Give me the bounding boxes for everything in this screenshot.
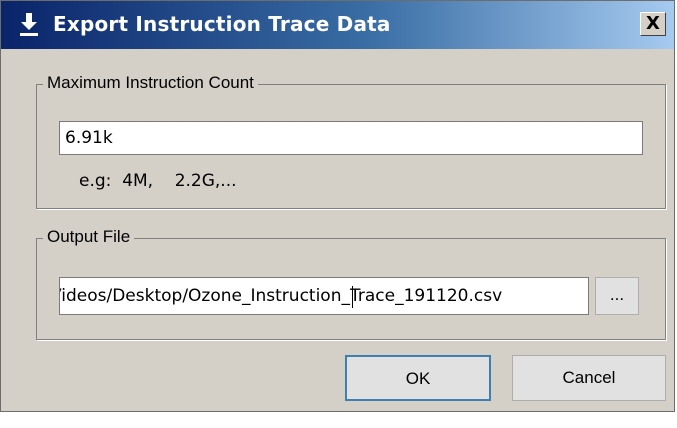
title-bar[interactable]: Export Instruction Trace Data X — [1, 1, 674, 49]
text-caret — [352, 286, 353, 308]
dialog-title: Export Instruction Trace Data — [53, 12, 391, 36]
output-file-group: Output File Videos/Desktop/Ozone_Instruc… — [36, 227, 666, 340]
export-dialog: Export Instruction Trace Data X Maximum … — [0, 0, 675, 412]
download-icon — [18, 12, 40, 38]
max-count-group: Maximum Instruction Count 6.91k e.g: 4M,… — [36, 73, 666, 209]
browse-button[interactable]: ... — [595, 277, 639, 315]
output-file-path-text: Videos/Desktop/Ozone_Instruction_Trace_1… — [59, 286, 503, 306]
cancel-button[interactable]: Cancel — [512, 355, 666, 401]
max-count-input[interactable]: 6.91k — [59, 121, 643, 155]
max-count-hint: e.g: 4M, 2.2G,... — [79, 171, 237, 191]
close-button[interactable]: X — [640, 12, 666, 36]
ok-button[interactable]: OK — [345, 355, 491, 401]
max-count-legend: Maximum Instruction Count — [43, 73, 258, 93]
output-file-legend: Output File — [43, 227, 135, 247]
output-file-path-input[interactable]: Videos/Desktop/Ozone_Instruction_Trace_1… — [59, 277, 589, 315]
